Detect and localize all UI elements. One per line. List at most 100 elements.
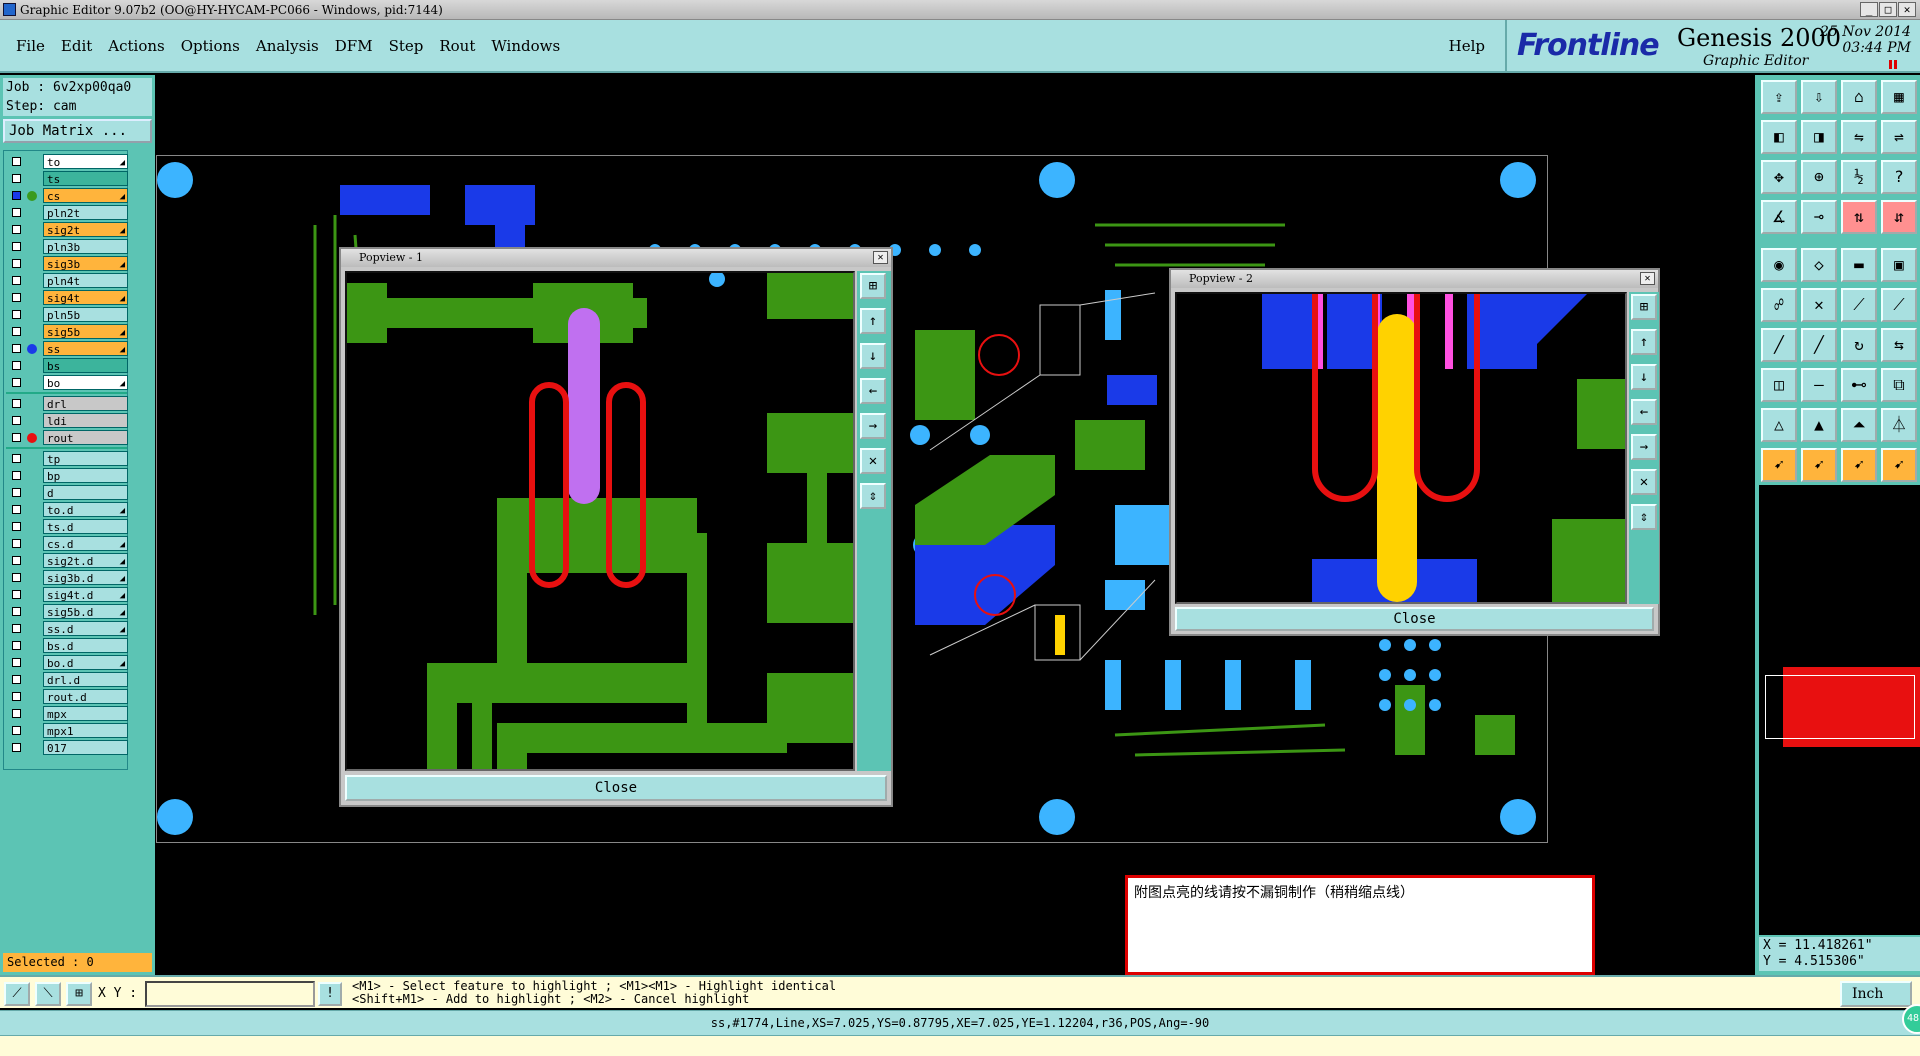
popview-1-close-icon[interactable]: ✕: [873, 251, 888, 264]
layer-row-bo.d[interactable]: bo.d ◢: [6, 655, 128, 670]
menu-actions[interactable]: Actions: [108, 37, 164, 55]
net-icon[interactable]: ☍: [1761, 288, 1797, 322]
pan-right-icon[interactable]: →: [860, 413, 886, 439]
layer-checkbox[interactable]: [12, 471, 21, 480]
layer-checkbox[interactable]: [12, 692, 21, 701]
layer-name[interactable]: mpx: [43, 706, 128, 721]
layer-name[interactable]: cs ◢: [43, 188, 128, 203]
shape-icon[interactable]: ◇: [1801, 248, 1837, 282]
layer-name[interactable]: 017: [43, 740, 128, 755]
query-icon[interactable]: ?: [1881, 160, 1917, 194]
minimize-button[interactable]: _: [1860, 2, 1878, 17]
triangle-icon[interactable]: △: [1761, 408, 1797, 442]
layer-name[interactable]: ts.d: [43, 519, 128, 534]
layer-checkbox[interactable]: [12, 505, 21, 514]
layer-row-rout[interactable]: rout: [6, 430, 128, 445]
pan-up-icon[interactable]: ↑: [1631, 329, 1657, 355]
layer-row-sig2t.d[interactable]: sig2t.d ◢: [6, 553, 128, 570]
menu-analysis[interactable]: Analysis: [256, 37, 319, 55]
layer-checkbox[interactable]: [12, 191, 21, 200]
layer-row-mpx[interactable]: mpx: [6, 706, 128, 721]
layer-row-bs.d[interactable]: bs.d: [6, 638, 128, 653]
save-icon[interactable]: ⇩: [1801, 80, 1837, 114]
layer-row-bo[interactable]: bo ◢: [6, 375, 128, 390]
center-icon[interactable]: ⊕: [1801, 160, 1837, 194]
next-step-icon[interactable]: ◨: [1801, 120, 1837, 154]
overview-map[interactable]: [1759, 485, 1920, 935]
layer-row-cs[interactable]: cs ◢: [6, 188, 128, 203]
measure-icon[interactable]: ⟍: [35, 982, 61, 1006]
popview-2-view[interactable]: [1175, 292, 1627, 604]
layer-row-drl[interactable]: drl: [6, 396, 128, 411]
route-b-icon[interactable]: ⇵: [1881, 200, 1917, 234]
layer-name[interactable]: drl.d: [43, 672, 128, 687]
layer-name[interactable]: ts: [43, 171, 128, 186]
layer-menu-icon[interactable]: ◢: [120, 555, 125, 570]
layer-checkbox[interactable]: [12, 378, 21, 387]
menu-options[interactable]: Options: [181, 37, 240, 55]
layer-name[interactable]: bo.d ◢: [43, 655, 128, 670]
draw-line-2-icon[interactable]: ╱: [1801, 328, 1837, 362]
pause-icon[interactable]: [1889, 60, 1897, 69]
layer-row-sig3b[interactable]: sig3b ◢: [6, 256, 128, 273]
zoom-in-icon[interactable]: ✕: [1631, 469, 1657, 495]
layer-name[interactable]: ss.d ◢: [43, 621, 128, 636]
triangle-3-icon[interactable]: ⏶: [1841, 408, 1877, 442]
unit-selector[interactable]: Inch: [1840, 981, 1912, 1007]
zoom-out-icon[interactable]: ⇕: [1631, 504, 1657, 530]
layer-name[interactable]: d: [43, 485, 128, 500]
layer-checkbox[interactable]: [12, 433, 21, 442]
pan-left-icon[interactable]: ←: [1631, 399, 1657, 425]
snap-icon[interactable]: ⟋: [4, 982, 30, 1006]
menu-dfm[interactable]: DFM: [335, 37, 373, 55]
layer-name[interactable]: sig2t ◢: [43, 222, 128, 237]
pad-icon[interactable]: ◫: [1761, 368, 1797, 402]
layer-checkbox[interactable]: [12, 310, 21, 319]
layer-checkbox[interactable]: [12, 573, 21, 582]
layer-menu-icon[interactable]: ◢: [120, 224, 125, 239]
layer-row-ss.d[interactable]: ss.d ◢: [6, 621, 128, 636]
layer-row-sig5b[interactable]: sig5b ◢: [6, 324, 128, 341]
layer-row-bs[interactable]: bs: [6, 358, 128, 373]
layer-menu-icon[interactable]: ◢: [120, 504, 125, 519]
layer-menu-icon[interactable]: ◢: [120, 326, 125, 341]
layer-row-pln4t[interactable]: pln4t: [6, 273, 128, 288]
layer-checkbox[interactable]: [12, 743, 21, 752]
multi-icon[interactable]: ⧉: [1881, 368, 1917, 402]
triangle-2-icon[interactable]: ▲: [1801, 408, 1837, 442]
layer-name[interactable]: rout: [43, 430, 128, 445]
layer-menu-icon[interactable]: ◢: [120, 258, 125, 273]
layer-name[interactable]: to.d ◢: [43, 502, 128, 517]
app-icon[interactable]: [3, 3, 16, 16]
layer-menu-icon[interactable]: ◢: [120, 606, 125, 621]
mirror-icon[interactable]: ⇆: [1881, 328, 1917, 362]
pointer-2-icon[interactable]: ➹: [1801, 448, 1837, 482]
layer-menu-icon[interactable]: ◢: [120, 292, 125, 307]
layer-name[interactable]: sig5b.d ◢: [43, 604, 128, 619]
layer-name[interactable]: sig4t ◢: [43, 290, 128, 305]
zoom-fit-icon[interactable]: ⊞: [1631, 294, 1657, 320]
zoom-in-icon[interactable]: ✕: [860, 448, 886, 474]
layer-checkbox[interactable]: [12, 327, 21, 336]
draw-line-icon[interactable]: ╱: [1761, 328, 1797, 362]
layer-row-pln2t[interactable]: pln2t: [6, 205, 128, 220]
info-icon[interactable]: !: [318, 982, 342, 1006]
pointer-icon[interactable]: ➹: [1761, 448, 1797, 482]
layer-row-pln5b[interactable]: pln5b: [6, 307, 128, 322]
layer-name[interactable]: bp: [43, 468, 128, 483]
prev-step-icon[interactable]: ◧: [1761, 120, 1797, 154]
snap-icon[interactable]: ⊸: [1801, 200, 1837, 234]
layer-row-sig4t[interactable]: sig4t ◢: [6, 290, 128, 305]
layer-row-mpx1[interactable]: mpx1: [6, 723, 128, 738]
layer-checkbox[interactable]: [12, 726, 21, 735]
layer-name[interactable]: ss ◢: [43, 341, 128, 356]
layer-checkbox[interactable]: [12, 607, 21, 616]
layout-icon[interactable]: ▦: [1881, 80, 1917, 114]
pan-right-icon[interactable]: →: [1631, 434, 1657, 460]
layer-checkbox[interactable]: [12, 174, 21, 183]
layer-menu-icon[interactable]: ◢: [120, 156, 125, 171]
layer-name[interactable]: pln4t: [43, 273, 128, 288]
menu-step[interactable]: Step: [389, 37, 424, 55]
layer-checkbox[interactable]: [12, 157, 21, 166]
layer-checkbox[interactable]: [12, 208, 21, 217]
